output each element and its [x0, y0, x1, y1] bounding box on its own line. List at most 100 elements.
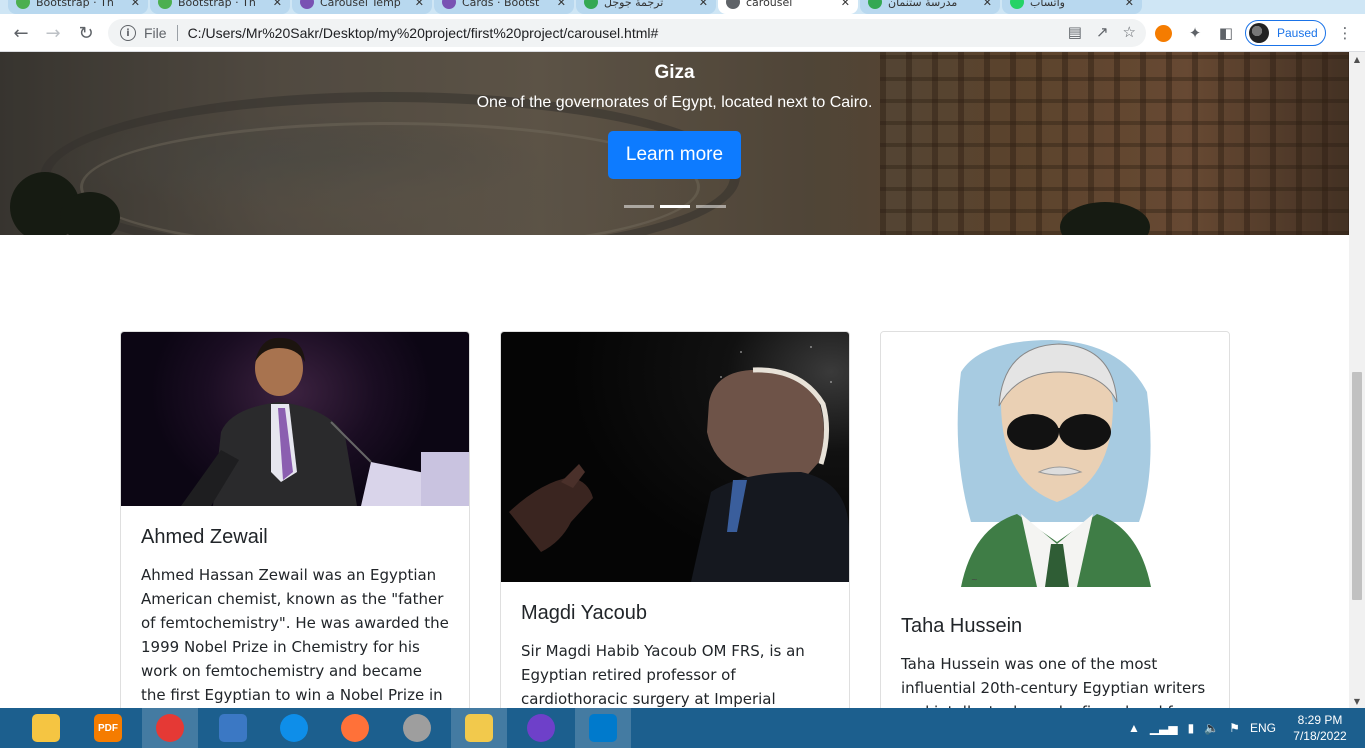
tab-favicon-icon [584, 0, 598, 9]
taskbar-app[interactable] [18, 708, 74, 748]
tab-close-icon[interactable]: ✕ [1125, 0, 1134, 9]
taskbar-app[interactable] [266, 708, 322, 748]
portrait-ahmed-zewail [181, 337, 469, 506]
browser-tab[interactable]: carousel ✕ [718, 0, 858, 14]
side-panel-icon[interactable]: ◧ [1216, 23, 1236, 43]
page-scrollbar[interactable]: ▲ ▼ [1349, 52, 1365, 708]
card-image [121, 332, 469, 506]
taskbar-app[interactable] [205, 708, 261, 748]
tab-close-icon[interactable]: ✕ [699, 0, 708, 9]
portrait-taha-hussein: ~ [957, 340, 1151, 587]
signature: ~ [971, 575, 978, 584]
volume-icon[interactable]: 🔈 [1204, 721, 1219, 735]
file-explorer-icon [465, 714, 493, 742]
tab-favicon-icon [726, 0, 740, 9]
browser-tab[interactable]: ترجمة جوجل ✕ [576, 0, 716, 14]
site-info-icon[interactable]: i [120, 25, 136, 41]
vscode-icon [589, 714, 617, 742]
address-bar[interactable]: i File C:/Users/Mr%20Sakr/Desktop/my%20p… [108, 19, 1146, 47]
share-icon[interactable]: ↗ [1096, 23, 1109, 41]
card-taha-hussein: ~ Taha Hussein Taha Hussein was one of t… [880, 331, 1230, 708]
browser-tab[interactable]: Bootstrap · Th ✕ [8, 0, 148, 14]
tab-label: Carousel Temp [320, 0, 401, 9]
tab-label: Cards · Bootst [462, 0, 540, 9]
back-arrow-icon[interactable]: ← [9, 21, 33, 45]
scroll-down-arrow-icon[interactable]: ▼ [1349, 694, 1365, 708]
carousel: Giza One of the governorates of Egypt, l… [0, 52, 1349, 235]
taskbar-app[interactable] [389, 708, 445, 748]
tab-close-icon[interactable]: ✕ [841, 0, 850, 9]
browser-tab[interactable]: مدرسة ستنمان ✕ [860, 0, 1000, 14]
battery-icon[interactable]: ▮ [1188, 721, 1195, 735]
windows-taskbar: PDF ▲ ▁▃▅ ▮ 🔈 ⚑ ENG 8:29 PM 7/18/2022 [0, 708, 1365, 748]
extensions-puzzle-icon[interactable]: ✦ [1185, 23, 1205, 43]
tab-label: carousel [746, 0, 793, 9]
browser-tab[interactable]: Carousel Temp ✕ [292, 0, 432, 14]
tab-favicon-icon [868, 0, 882, 9]
taskbar-clock[interactable]: 8:29 PM 7/18/2022 [1285, 712, 1355, 744]
extension-orange-icon[interactable] [1154, 24, 1172, 42]
scrollbar-thumb[interactable] [1352, 372, 1362, 600]
url-text[interactable]: C:/Users/Mr%20Sakr/Desktop/my%20project/… [188, 25, 659, 41]
carousel-caption-title: Giza [654, 62, 695, 83]
card-image: ~ [881, 332, 1229, 595]
tools-icon [32, 714, 60, 742]
tab-strip: Bootstrap · Th ✕ Bootstrap · Th ✕ Carousel T… [0, 0, 1365, 14]
browser-tab[interactable]: Cards · Bootst ✕ [434, 0, 574, 14]
taskbar-app[interactable] [513, 708, 569, 748]
profile-button[interactable]: Paused [1245, 20, 1326, 46]
tab-favicon-icon [442, 0, 456, 9]
url-scheme-label: File [144, 25, 167, 41]
tab-close-icon[interactable]: ✕ [415, 0, 424, 9]
tab-close-icon[interactable]: ✕ [131, 0, 140, 9]
carousel-indicators [624, 205, 726, 208]
system-tray: ▲ ▁▃▅ ▮ 🔈 ⚑ [1128, 708, 1240, 748]
learn-more-button[interactable]: Learn more [608, 131, 741, 179]
tab-favicon-icon [300, 0, 314, 9]
carousel-indicator[interactable] [624, 205, 654, 208]
tab-label: ترجمة جوجل [604, 0, 664, 9]
card-title: Taha Hussein [901, 615, 1023, 637]
card-text: Taha Hussein was one of the most influen… [901, 655, 1206, 708]
tab-close-icon[interactable]: ✕ [273, 0, 282, 9]
chrome-icon [156, 714, 184, 742]
scroll-up-arrow-icon[interactable]: ▲ [1349, 52, 1365, 66]
taskbar-app[interactable] [575, 708, 631, 748]
tab-close-icon[interactable]: ✕ [983, 0, 992, 9]
carousel-indicator[interactable] [660, 205, 690, 208]
tab-label: واتساب [1030, 0, 1065, 9]
taskbar-app[interactable] [142, 708, 198, 748]
reload-icon[interactable]: ↻ [74, 21, 98, 45]
forward-arrow-icon[interactable]: → [41, 21, 65, 45]
language-indicator[interactable]: ENG [1250, 708, 1276, 748]
network-signal-icon[interactable]: ▁▃▅ [1150, 721, 1178, 735]
tab-favicon-icon [16, 0, 30, 9]
page-viewport: Giza One of the governorates of Egypt, l… [0, 52, 1349, 708]
avatar [1249, 23, 1269, 43]
teamviewer-icon [280, 714, 308, 742]
carousel-caption-text: One of the governorates of Egypt, locate… [476, 94, 873, 111]
tab-label: Bootstrap · Th [36, 0, 114, 9]
taskbar-app[interactable]: PDF [80, 708, 136, 748]
tab-close-icon[interactable]: ✕ [557, 0, 566, 9]
taskbar-app[interactable] [327, 708, 383, 748]
tray-expand-icon[interactable]: ▲ [1128, 721, 1140, 735]
browser-tab[interactable]: واتساب ✕ [1002, 0, 1142, 14]
carousel-indicator[interactable] [696, 205, 726, 208]
browser-tab[interactable]: Bootstrap · Th ✕ [150, 0, 290, 14]
firefox-icon [341, 714, 369, 742]
menu-kebab-icon[interactable]: ⋮ [1335, 23, 1355, 43]
card-title: Magdi Yacoub [521, 602, 648, 624]
bookmark-star-icon[interactable]: ☆ [1123, 23, 1136, 41]
portrait-magdi-yacoub [509, 346, 849, 582]
clock-date: 7/18/2022 [1293, 729, 1347, 743]
card-magdi-yacoub: Magdi Yacoub Sir Magdi Habib Yacoub OM F… [500, 331, 850, 708]
flag-icon[interactable]: ⚑ [1229, 721, 1240, 735]
media-player-icon [403, 714, 431, 742]
card-image [501, 332, 849, 582]
taskbar-app[interactable] [451, 708, 507, 748]
github-icon [527, 714, 555, 742]
card-text: Sir Magdi Habib Yacoub OM FRS, is an Egy… [521, 642, 805, 708]
translate-icon[interactable]: ▤ [1068, 23, 1082, 41]
pdf-icon: PDF [94, 714, 122, 742]
